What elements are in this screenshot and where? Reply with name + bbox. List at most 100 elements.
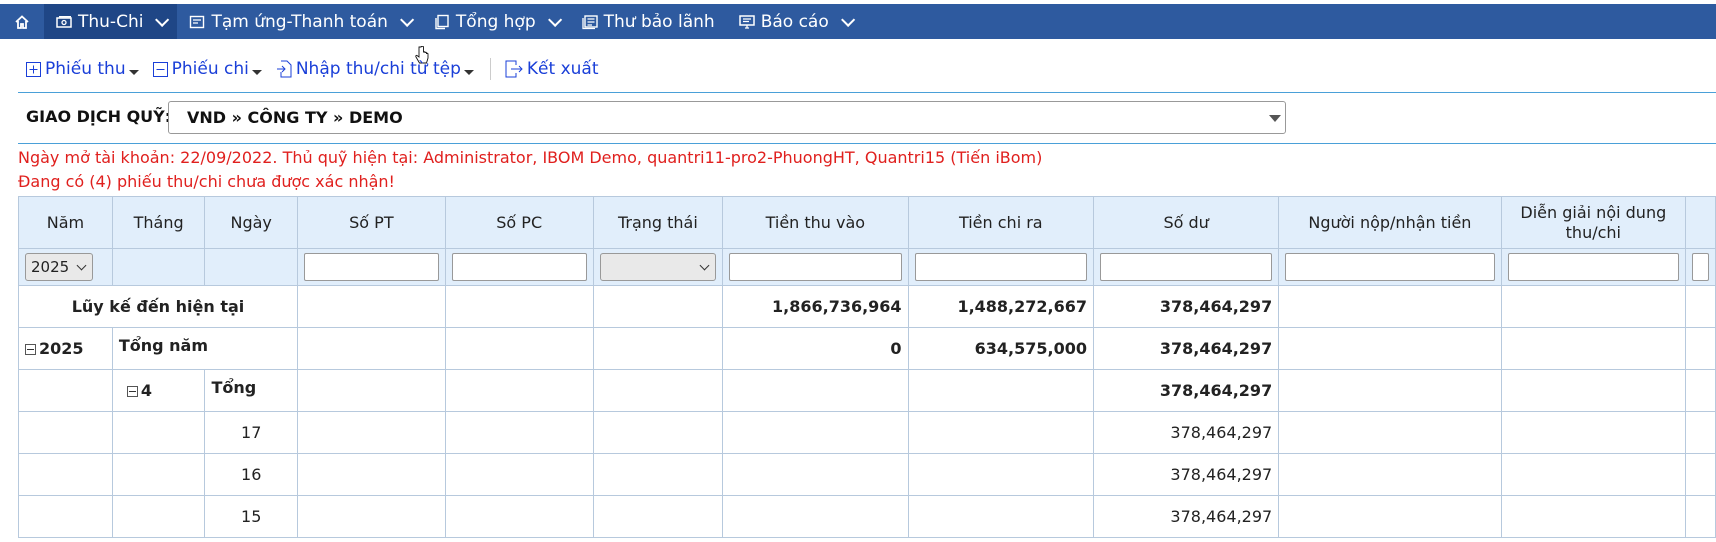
table-header-row: Năm Tháng Ngày Số PT Số PC Trạng thái Ti… xyxy=(18,196,1716,249)
col-expense[interactable]: Tiền chi ra xyxy=(907,196,1095,249)
chevron-down-icon xyxy=(547,12,562,27)
expense-filter[interactable] xyxy=(914,253,1087,281)
col-balance[interactable]: Số dư xyxy=(1092,196,1280,249)
nav-tam-ung[interactable]: Tạm ứng-Thanh toán xyxy=(177,4,421,39)
receipt-icon xyxy=(190,15,205,28)
month-balance: 378,464,297 xyxy=(1092,369,1280,412)
account-info-message: Ngày mở tài khoản: 22/09/2022. Thủ quỹ h… xyxy=(18,148,1043,167)
year-income: 0 xyxy=(722,327,909,370)
file-import-icon xyxy=(276,60,292,78)
nav-home[interactable] xyxy=(0,4,44,39)
caret-down-icon xyxy=(463,69,474,75)
year-filter-value: 2025 xyxy=(31,258,70,276)
col-year[interactable]: Năm xyxy=(18,196,113,249)
receipt-button[interactable]: Phiếu thu xyxy=(26,59,139,79)
year-total-row[interactable]: 2025 Tổng năm 0 634,575,000 378,464,297 xyxy=(18,327,1716,370)
fund-select-value: VND » CÔNG TY » DEMO xyxy=(187,108,403,127)
nav-thu-bao-lanh[interactable]: Thư bảo lãnh xyxy=(570,4,727,39)
col-receipt-no[interactable]: Số PT xyxy=(296,196,446,249)
toolbar-divider xyxy=(489,58,491,80)
cumulative-label: Lũy kế đến hiện tại xyxy=(18,285,298,328)
payment-label: Phiếu chi xyxy=(171,59,249,79)
nav-bao-cao-label: Báo cáo xyxy=(760,11,829,32)
chevron-down-icon xyxy=(840,12,855,27)
nav-bao-cao[interactable]: Báo cáo xyxy=(727,4,863,39)
col-more xyxy=(1685,196,1716,249)
monitor-icon xyxy=(738,14,755,29)
table-row[interactable]: 15 378,464,297 xyxy=(18,495,1716,538)
cumulative-balance: 378,464,297 xyxy=(1092,285,1280,328)
receipt-label: Phiếu thu xyxy=(45,59,126,79)
day-value: 17 xyxy=(204,411,298,454)
col-day[interactable]: Ngày xyxy=(204,196,298,249)
day-balance: 378,464,297 xyxy=(1092,453,1280,496)
chevron-down-icon xyxy=(155,12,170,27)
payment-no-filter[interactable] xyxy=(451,253,587,281)
divider-line xyxy=(18,92,1716,93)
day-balance: 378,464,297 xyxy=(1092,411,1280,454)
collapse-icon[interactable] xyxy=(25,344,36,355)
month-total-label: Tổng xyxy=(204,369,298,412)
cumulative-income: 1,866,736,964 xyxy=(722,285,909,328)
col-status[interactable]: Trạng thái xyxy=(592,196,724,249)
caret-down-icon xyxy=(251,69,262,75)
copy-icon xyxy=(435,14,449,29)
balance-filter[interactable] xyxy=(1100,253,1273,281)
fund-label: GIAO DỊCH QUỸ: xyxy=(26,107,172,126)
minus-square-icon xyxy=(152,61,168,77)
table-row[interactable]: 16 378,464,297 xyxy=(18,453,1716,496)
document-icon xyxy=(581,14,598,29)
divider-line xyxy=(18,143,1716,144)
import-button[interactable]: Nhập thu/chi từ tệp xyxy=(276,59,474,79)
table-row[interactable]: 17 378,464,297 xyxy=(18,411,1716,454)
transaction-table: Năm Tháng Ngày Số PT Số PC Trạng thái Ti… xyxy=(18,196,1716,538)
export-label: Kết xuất xyxy=(526,59,599,79)
export-button[interactable]: Kết xuất xyxy=(505,59,599,79)
payment-button[interactable]: Phiếu chi xyxy=(152,59,262,79)
description-filter[interactable] xyxy=(1507,253,1680,281)
chevron-down-icon xyxy=(699,260,710,271)
col-month[interactable]: Tháng xyxy=(111,196,206,249)
pending-warning: Đang có (4) phiếu thu/chi chưa được xác … xyxy=(18,172,395,191)
day-balance: 378,464,297 xyxy=(1092,495,1280,538)
cumulative-expense: 1,488,272,667 xyxy=(907,285,1095,328)
year-expense: 634,575,000 xyxy=(907,327,1095,370)
more-filter[interactable] xyxy=(1692,253,1709,281)
month-value: 4 xyxy=(140,381,152,400)
col-income[interactable]: Tiền thu vào xyxy=(722,196,909,249)
month-total-row[interactable]: 4 Tổng 378,464,297 xyxy=(18,369,1716,412)
receipt-no-filter[interactable] xyxy=(303,253,439,281)
nav-tam-ung-label: Tạm ứng-Thanh toán xyxy=(211,11,388,32)
main-nav: Thu-Chi Tạm ứng-Thanh toán Tổng hợp Thư … xyxy=(0,4,1716,39)
fund-select[interactable]: VND » CÔNG TY » DEMO xyxy=(168,101,1286,134)
caret-down-icon xyxy=(128,69,139,75)
nav-thu-chi-label: Thu-Chi xyxy=(78,11,144,32)
nav-thu-bao-lanh-label: Thư bảo lãnh xyxy=(603,11,715,32)
col-description[interactable]: Diễn giải nội dung thu/chi xyxy=(1500,196,1687,249)
status-filter-select[interactable] xyxy=(599,253,717,281)
cumulative-row: Lũy kế đến hiện tại 1,866,736,964 1,488,… xyxy=(18,285,1716,328)
day-value: 16 xyxy=(204,453,298,496)
year-balance: 378,464,297 xyxy=(1092,327,1280,370)
chevron-down-icon xyxy=(76,260,87,271)
home-icon xyxy=(15,14,29,29)
cash-icon xyxy=(56,15,72,28)
income-filter[interactable] xyxy=(729,253,902,281)
year-filter-select[interactable]: 2025 xyxy=(25,253,93,281)
filter-row: 2025 xyxy=(18,248,1716,286)
caret-down-icon xyxy=(1269,115,1281,122)
year-value: 2025 xyxy=(39,339,84,358)
day-value: 15 xyxy=(204,495,298,538)
nav-tong-hop[interactable]: Tổng hợp xyxy=(422,4,570,39)
payer-filter[interactable] xyxy=(1285,253,1495,281)
col-payer[interactable]: Người nộp/nhận tiền xyxy=(1278,196,1502,249)
nav-thu-chi[interactable]: Thu-Chi xyxy=(44,4,178,39)
action-toolbar: Phiếu thu Phiếu chi Nhập thu/chi từ tệp … xyxy=(26,54,613,84)
nav-tong-hop-label: Tổng hợp xyxy=(455,11,536,32)
plus-square-icon xyxy=(26,61,41,77)
import-label: Nhập thu/chi từ tệp xyxy=(295,59,461,79)
collapse-icon[interactable] xyxy=(126,386,138,397)
col-payment-no[interactable]: Số PC xyxy=(444,196,594,249)
file-export-icon xyxy=(505,60,523,78)
chevron-down-icon xyxy=(399,12,415,27)
